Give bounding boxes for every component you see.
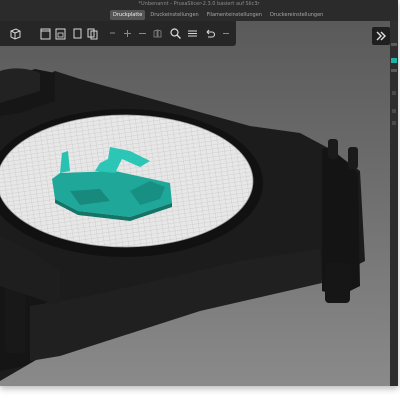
collapse-sidebar-button[interactable] bbox=[372, 27, 390, 45]
split-objects-icon[interactable] bbox=[150, 26, 165, 41]
undo-icon[interactable] bbox=[202, 26, 217, 41]
layer-editing-icon[interactable] bbox=[185, 26, 200, 41]
redo-icon[interactable] bbox=[218, 26, 233, 41]
sidebar-row bbox=[392, 91, 396, 95]
paste-icon[interactable] bbox=[105, 26, 120, 41]
sidebar-selected-row[interactable] bbox=[391, 58, 397, 63]
delete-all-icon[interactable] bbox=[53, 26, 68, 41]
remove-instance-icon[interactable] bbox=[135, 26, 150, 41]
plater-toolbar bbox=[0, 21, 236, 46]
tab-bar: Druckplatte Druckeinstellungen Filamente… bbox=[0, 9, 398, 21]
copy-icon[interactable] bbox=[85, 26, 100, 41]
tab-print-settings[interactable]: Druckeinstellungen bbox=[147, 10, 201, 20]
arrange-icon[interactable] bbox=[70, 26, 85, 41]
tab-printer-settings[interactable]: Druckereinstellungen bbox=[267, 10, 326, 20]
sidebar-row bbox=[391, 69, 397, 72]
sidebar-row bbox=[392, 121, 396, 125]
settings-sidebar[interactable] bbox=[390, 21, 398, 386]
tab-filament-settings[interactable]: Filamenteinstellungen bbox=[204, 10, 265, 20]
slicer-window: *Unbenannt - PrusaSlicer-2.3.0 basiert a… bbox=[0, 0, 398, 386]
tab-plater[interactable]: Druckplatte bbox=[110, 10, 146, 20]
add-instance-icon[interactable] bbox=[120, 26, 135, 41]
add-object-icon[interactable] bbox=[8, 26, 23, 41]
sidebar-row bbox=[391, 43, 397, 46]
double-chevron-icon bbox=[376, 31, 386, 41]
3d-viewport[interactable] bbox=[0, 21, 390, 386]
scene-svg bbox=[0, 68, 365, 381]
search-icon[interactable] bbox=[168, 26, 183, 41]
delete-icon[interactable] bbox=[38, 26, 53, 41]
window-title: *Unbenannt - PrusaSlicer-2.3.0 basiert a… bbox=[0, 0, 398, 9]
sidebar-row bbox=[392, 109, 396, 113]
